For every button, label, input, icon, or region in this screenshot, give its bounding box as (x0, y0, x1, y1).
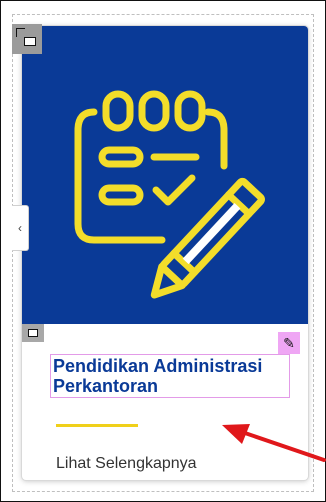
card-title: Pendidikan Administrasi Perkantoran (53, 356, 263, 396)
widget-handle-icon[interactable] (22, 324, 44, 342)
widget-handle-icon[interactable] (12, 24, 42, 54)
annotation-arrow (222, 424, 326, 462)
chevron-left-icon[interactable]: ‹ (12, 205, 29, 251)
card-title-box[interactable]: Pendidikan Administrasi Perkantoran (50, 354, 290, 398)
pencil-edit-icon[interactable]: ✎ (278, 332, 300, 354)
card-hero-image (22, 26, 308, 324)
course-card: Pendidikan Administrasi Perkantoran Liha… (22, 26, 308, 480)
see-more-link[interactable]: Lihat Selengkapnya (56, 455, 197, 473)
title-divider (56, 424, 138, 427)
clipboard-checklist-pencil-icon (74, 90, 265, 299)
